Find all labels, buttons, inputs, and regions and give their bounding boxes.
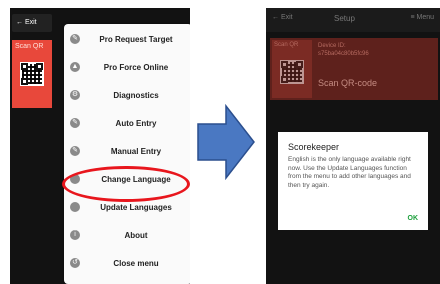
menu-item-pro-force-online[interactable]: ▲ Pro Force Online [64,54,190,81]
menu-item-label: Pro Request Target [99,35,173,44]
back-icon: ↺ [70,258,80,268]
menu-item-label: About [124,231,148,240]
menu-item-about[interactable]: i About [64,222,190,249]
edit-icon: ✎ [70,146,80,156]
menu-item-diagnostics[interactable]: ⚙ Diagnostics [64,82,190,109]
edit-icon: ✎ [70,118,80,128]
qr-code-icon [280,60,304,84]
menu-item-label: Pro Force Online [103,63,169,72]
info-icon: i [70,230,80,240]
highlight-ellipse [62,166,190,202]
menu-item-label: Diagnostics [113,91,159,100]
scan-qr-label: Scan QR [15,43,44,50]
up-arrow-icon: ▲ [70,62,80,72]
scan-qr-code-text: Scan QR-code [318,78,378,88]
menu-item-close-menu[interactable]: ↺ Close menu [64,250,190,277]
menu-item-auto-entry[interactable]: ✎ Auto Entry [64,110,190,137]
left-phone-screen: ← Exit Scan QR ✎ Pro Request Target ▲ Pr… [10,8,190,284]
circle-icon [70,202,80,212]
exit-button[interactable]: ← Exit [272,14,293,21]
app-header: ← Exit Setup ≡ Menu [266,8,440,32]
exit-button[interactable]: ← Exit [12,14,52,32]
side-menu: ✎ Pro Request Target ▲ Pro Force Online … [64,24,190,284]
dialog-message: English is the only language available r… [288,156,411,189]
right-arrow-icon [197,104,255,180]
edit-icon: ✎ [70,34,80,44]
menu-item-pro-request-target[interactable]: ✎ Pro Request Target [64,26,190,53]
menu-button[interactable]: ≡ Menu [410,14,434,21]
menu-item-label: Auto Entry [115,119,157,128]
menu-item-label: Manual Entry [110,147,162,156]
menu-item-label: Close menu [113,259,159,268]
device-id-label: Device ID: [318,43,346,49]
right-phone-screen: ← Exit Setup ≡ Menu Scan QR Device ID: s… [266,8,440,284]
page-title: Setup [334,14,355,23]
ok-button[interactable]: OK [408,215,419,222]
gear-icon: ⚙ [70,90,80,100]
dialog-title: Scorekeeper [288,142,340,152]
device-id: Device ID: s75ba04c80b5fc96 [318,42,369,58]
device-id-value: s75ba04c80b5fc96 [318,51,369,57]
scan-qr-tile[interactable]: Scan QR [272,40,312,98]
menu-item-manual-entry[interactable]: ✎ Manual Entry [64,138,190,165]
scan-qr-tile[interactable]: Scan QR [12,40,52,108]
scan-qr-label: Scan QR [274,42,299,48]
qr-code-icon [20,62,44,86]
language-dialog: Scorekeeper English is the only language… [278,132,428,230]
device-panel: Scan QR Device ID: s75ba04c80b5fc96 Scan… [270,38,438,100]
